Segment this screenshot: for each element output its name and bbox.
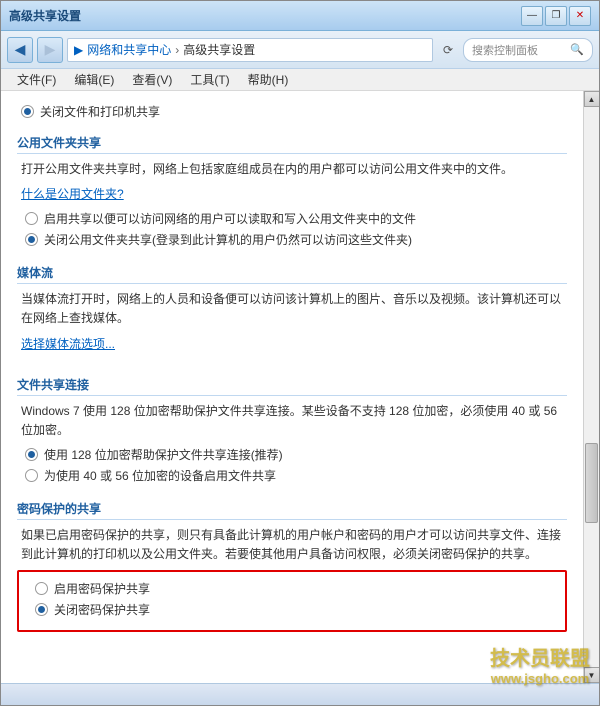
title-bar-controls: — ❐ ✕ [521,6,591,26]
menu-view[interactable]: 查看(V) [124,69,180,90]
menu-file[interactable]: 文件(F) [9,69,64,90]
media-stream-title: 媒体流 [17,264,567,284]
public-folder-option-1: 启用共享以便可以访问网络的用户可以读取和写入公用文件夹中的文件 [17,210,567,227]
media-stream-section: 媒体流 当媒体流打开时，网络上的人员和设备便可以访问该计算机上的图片、音乐以及视… [17,264,567,359]
title-bar: 高级共享设置 — ❐ ✕ [1,1,599,31]
file-sharing-radio-2[interactable] [25,469,38,482]
watermark-line1: 技术员联盟 [490,642,590,671]
public-folder-radio-1[interactable] [25,212,38,225]
password-option-2: 关闭密码保护共享 [27,601,557,618]
scrollbar-thumb[interactable] [585,443,598,523]
restore-button[interactable]: ❐ [545,6,567,26]
minimize-button[interactable]: — [521,6,543,26]
scrollbar-track [584,107,599,667]
file-sharing-option-2: 为使用 40 或 56 位加密的设备启用文件共享 [17,467,567,484]
nav-path: ▶ 网络和共享中心 › 高级共享设置 [67,38,433,62]
main-window: 高级共享设置 — ❐ ✕ ◀ ▶ ▶ 网络和共享中心 › 高级共享设置 ⟳ 搜索… [0,0,600,706]
media-stream-link[interactable]: 选择媒体流选项... [17,335,115,352]
menu-help[interactable]: 帮助(H) [240,69,297,90]
public-folder-link[interactable]: 什么是公用文件夹? [17,185,124,202]
public-folder-option-2: 关闭公用文件夹共享(登录到此计算机的用户仍然可以访问这些文件夹) [17,231,567,248]
password-radio-2[interactable] [35,603,48,616]
window-title: 高级共享设置 [9,7,81,24]
back-button[interactable]: ◀ [7,37,33,63]
public-folder-label-1: 启用共享以便可以访问网络的用户可以读取和写入公用文件夹中的文件 [44,210,416,227]
password-title: 密码保护的共享 [17,500,567,520]
close-file-sharing-row: 关闭文件和打印机共享 [17,103,567,120]
search-box[interactable]: 搜索控制面板 🔍 [463,38,593,62]
close-button[interactable]: ✕ [569,6,591,26]
file-sharing-label-2: 为使用 40 或 56 位加密的设备启用文件共享 [44,467,276,484]
file-sharing-radio-1[interactable] [25,448,38,461]
scrollbar: ▲ ▼ [583,91,599,683]
public-folder-radio-2[interactable] [25,233,38,246]
nav-path-network[interactable]: 网络和共享中心 [87,41,171,58]
watermark-line2: www.jsgho.com [490,671,590,686]
content-area: 关闭文件和打印机共享 公用文件夹共享 打开公用文件夹共享时，网络上包括家庭组成员… [1,91,583,683]
search-icon: 🔍 [570,43,584,56]
nav-bar: ◀ ▶ ▶ 网络和共享中心 › 高级共享设置 ⟳ 搜索控制面板 🔍 [1,31,599,69]
watermark: 技术员联盟 www.jsgho.com [490,642,590,686]
password-desc: 如果已启用密码保护的共享，则只有具备此计算机的用户帐户和密码的用户才可以访问共享… [17,526,567,564]
public-folder-title: 公用文件夹共享 [17,134,567,154]
password-option-1: 启用密码保护共享 [27,580,557,597]
main-content: 关闭文件和打印机共享 公用文件夹共享 打开公用文件夹共享时，网络上包括家庭组成员… [1,91,599,683]
public-folder-desc: 打开公用文件夹共享时，网络上包括家庭组成员在内的用户都可以访问公用文件夹中的文件… [17,160,567,179]
menu-edit[interactable]: 编辑(E) [66,69,122,90]
menu-bar: 文件(F) 编辑(E) 查看(V) 工具(T) 帮助(H) [1,69,599,91]
search-placeholder: 搜索控制面板 [472,42,538,58]
refresh-button[interactable]: ⟳ [437,39,459,61]
file-sharing-connection-desc: Windows 7 使用 128 位加密帮助保护文件共享连接。某些设备不支持 1… [17,402,567,440]
media-stream-desc: 当媒体流打开时，网络上的人员和设备便可以访问该计算机上的图片、音乐以及视频。该计… [17,290,567,328]
password-label-2: 关闭密码保护共享 [54,601,150,618]
public-folder-label-2: 关闭公用文件夹共享(登录到此计算机的用户仍然可以访问这些文件夹) [44,231,412,248]
nav-path-sep: › [175,43,179,57]
password-label-1: 启用密码保护共享 [54,580,150,597]
menu-tools[interactable]: 工具(T) [182,69,237,90]
file-sharing-label-1: 使用 128 位加密帮助保护文件共享连接(推荐) [44,446,283,463]
file-sharing-option-1: 使用 128 位加密帮助保护文件共享连接(推荐) [17,446,567,463]
scroll-up-button[interactable]: ▲ [584,91,600,107]
bottom-bar [1,683,599,705]
password-options-box: 启用密码保护共享 关闭密码保护共享 [17,570,567,632]
nav-path-home: ▶ [74,43,83,57]
file-sharing-connection-section: 文件共享连接 Windows 7 使用 128 位加密帮助保护文件共享连接。某些… [17,376,567,484]
forward-button[interactable]: ▶ [37,37,63,63]
close-file-sharing-label: 关闭文件和打印机共享 [40,103,160,120]
password-radio-1[interactable] [35,582,48,595]
nav-path-current: 高级共享设置 [183,41,255,58]
password-section: 密码保护的共享 如果已启用密码保护的共享，则只有具备此计算机的用户帐户和密码的用… [17,500,567,632]
file-sharing-connection-title: 文件共享连接 [17,376,567,396]
close-file-sharing-radio[interactable] [21,105,34,118]
public-folder-section: 公用文件夹共享 打开公用文件夹共享时，网络上包括家庭组成员在内的用户都可以访问公… [17,134,567,248]
